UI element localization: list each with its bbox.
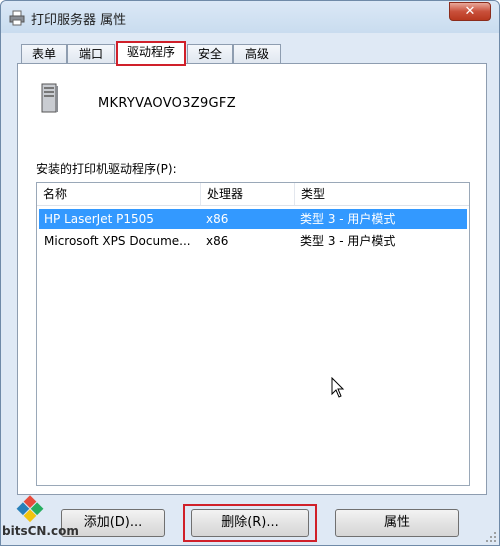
tab-ports[interactable]: 端口: [67, 44, 115, 64]
list-header: 名称 处理器 类型: [37, 183, 469, 206]
column-header-name[interactable]: 名称: [37, 183, 201, 205]
properties-button-label: 属性: [383, 515, 410, 530]
tab-label: 表单: [31, 47, 56, 61]
driver-name: HP LaserJet P1505: [44, 212, 154, 226]
remove-button-label: 删除(R)...: [221, 515, 279, 530]
mouse-cursor-icon: [331, 377, 345, 398]
server-icon: [41, 83, 58, 113]
server-name: MKRYVAOVO3Z9GFZ: [98, 96, 236, 111]
column-label: 处理器: [207, 187, 244, 201]
table-row[interactable]: Microsoft XPS Docume... x86 类型 3 - 用户模式: [39, 231, 467, 251]
column-header-type[interactable]: 类型: [295, 183, 469, 205]
add-button-label: 添加(D)...: [83, 515, 143, 530]
tab-forms[interactable]: 表单: [21, 44, 67, 64]
title-bar[interactable]: 打印服务器 属性 ✕: [1, 1, 499, 33]
window-title: 打印服务器 属性: [31, 13, 127, 28]
driver-type: 类型 3 - 用户模式: [300, 234, 396, 248]
tab-drivers[interactable]: 驱动程序: [116, 41, 186, 66]
resize-grip-icon[interactable]: [485, 531, 497, 543]
properties-dialog: 打印服务器 属性 ✕ 表单 端口 驱动程序 安全 高级 MKRYVAOVO3Z9…: [0, 0, 500, 546]
close-icon: ✕: [464, 4, 476, 19]
tab-label: 安全: [197, 47, 222, 61]
tab-label: 端口: [78, 47, 103, 61]
close-button[interactable]: ✕: [449, 2, 491, 21]
watermark-text: bitsCN.com: [2, 524, 79, 538]
driver-processor: x86: [206, 234, 229, 248]
table-row[interactable]: HP LaserJet P1505 x86 类型 3 - 用户模式: [39, 209, 467, 229]
tab-advanced[interactable]: 高级: [233, 44, 281, 64]
printer-icon: [9, 10, 25, 26]
column-header-processor[interactable]: 处理器: [201, 183, 295, 205]
remove-button[interactable]: 删除(R)...: [191, 509, 309, 537]
driver-name: Microsoft XPS Docume...: [44, 234, 191, 248]
tab-label: 驱动程序: [126, 45, 175, 59]
tab-strip: 表单 端口 驱动程序 安全 高级: [17, 41, 487, 66]
driver-processor: x86: [206, 212, 229, 226]
column-label: 名称: [43, 187, 68, 201]
column-label: 类型: [301, 187, 326, 201]
properties-button[interactable]: 属性: [335, 509, 459, 537]
driver-type: 类型 3 - 用户模式: [300, 212, 396, 226]
tab-label: 高级: [244, 47, 269, 61]
drivers-panel: MKRYVAOVO3Z9GFZ 安装的打印机驱动程序(P): 名称 处理器 类型…: [17, 63, 487, 495]
tab-security[interactable]: 安全: [187, 44, 233, 64]
installed-drivers-label: 安装的打印机驱动程序(P):: [36, 162, 177, 176]
drivers-list[interactable]: 名称 处理器 类型 HP LaserJet P1505 x86 类型 3 - 用…: [36, 182, 470, 486]
